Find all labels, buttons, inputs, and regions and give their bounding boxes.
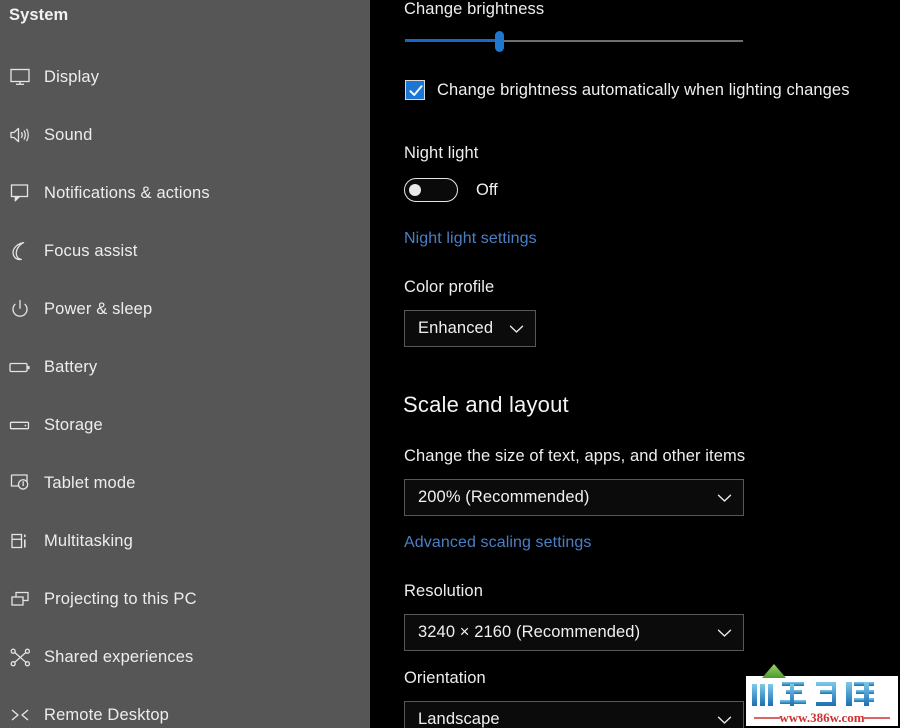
resolution-value: 3240 × 2160 (Recommended) xyxy=(418,623,641,641)
shared-nodes-icon xyxy=(5,648,35,667)
sidebar-item-sound[interactable]: Sound xyxy=(0,106,370,164)
chevron-down-icon xyxy=(717,493,732,503)
sidebar-item-remote-desktop[interactable]: Remote Desktop xyxy=(0,686,370,728)
sidebar-item-tablet-mode[interactable]: Tablet mode xyxy=(0,454,370,512)
sidebar-item-label: Storage xyxy=(44,415,103,434)
projecting-icon xyxy=(5,590,35,609)
battery-icon xyxy=(5,360,35,374)
sidebar-item-multitasking[interactable]: Multitasking xyxy=(0,512,370,570)
sidebar-item-label: Remote Desktop xyxy=(44,705,169,724)
sidebar-item-label: Shared experiences xyxy=(44,647,194,666)
sidebar-item-label: Sound xyxy=(44,125,93,144)
slider-fill xyxy=(405,39,500,42)
night-light-settings-link[interactable]: Night light settings xyxy=(404,230,537,248)
sidebar-item-label: Display xyxy=(44,67,100,86)
chevron-down-icon xyxy=(717,715,732,725)
brightness-slider[interactable] xyxy=(405,30,743,52)
sidebar-item-shared-experiences[interactable]: Shared experiences xyxy=(0,628,370,686)
scale-value: 200% (Recommended) xyxy=(418,488,590,506)
chevron-down-icon xyxy=(509,324,524,334)
chevron-down-icon xyxy=(717,628,732,638)
scale-and-layout-heading: Scale and layout xyxy=(403,392,569,417)
speaker-icon xyxy=(5,126,35,144)
night-light-label: Night light xyxy=(404,144,479,162)
sidebar-item-projecting[interactable]: Projecting to this PC xyxy=(0,570,370,628)
power-icon xyxy=(5,299,35,319)
monitor-icon xyxy=(5,68,35,86)
moon-icon xyxy=(5,241,35,261)
auto-brightness-label: Change brightness automatically when lig… xyxy=(437,80,850,99)
resolution-dropdown[interactable]: 3240 × 2160 (Recommended) xyxy=(404,614,744,651)
sidebar-item-label: Notifications & actions xyxy=(44,183,210,202)
orientation-value: Landscape xyxy=(418,710,500,728)
toggle-knob xyxy=(409,184,421,196)
sidebar-item-label: Tablet mode xyxy=(44,473,136,492)
night-light-toggle-row: Off xyxy=(404,178,498,202)
tablet-hand-icon xyxy=(5,473,35,493)
scale-dropdown[interactable]: 200% (Recommended) xyxy=(404,479,744,516)
sidebar-item-focus-assist[interactable]: Focus assist xyxy=(0,222,370,280)
resolution-label: Resolution xyxy=(404,582,483,600)
color-profile-label: Color profile xyxy=(404,278,495,296)
slider-thumb[interactable] xyxy=(495,31,505,52)
sidebar-item-label: Battery xyxy=(44,357,98,376)
night-light-toggle[interactable] xyxy=(404,178,458,202)
sidebar-item-label: Multitasking xyxy=(44,531,133,550)
auto-brightness-checkbox[interactable] xyxy=(405,80,425,100)
sidebar-item-label: Power & sleep xyxy=(44,299,153,318)
auto-brightness-checkbox-row[interactable]: Change brightness automatically when lig… xyxy=(405,80,850,100)
sidebar-item-storage[interactable]: Storage xyxy=(0,396,370,454)
orientation-dropdown[interactable]: Landscape xyxy=(404,701,744,728)
brightness-label: Change brightness xyxy=(404,0,545,18)
orientation-label: Orientation xyxy=(404,669,486,687)
sidebar-item-label: Projecting to this PC xyxy=(44,589,197,608)
sidebar-item-battery[interactable]: Battery xyxy=(0,338,370,396)
sidebar-item-power-sleep[interactable]: Power & sleep xyxy=(0,280,370,338)
speech-bubble-icon xyxy=(5,183,35,203)
sidebar: System Display Sound Notifications & act… xyxy=(0,0,370,728)
storage-icon xyxy=(5,418,35,432)
page-title: System xyxy=(9,6,69,24)
advanced-scaling-settings-link[interactable]: Advanced scaling settings xyxy=(404,534,592,552)
settings-window: System Display Sound Notifications & act… xyxy=(0,0,900,728)
color-profile-value: Enhanced xyxy=(418,319,494,337)
sidebar-item-notifications[interactable]: Notifications & actions xyxy=(0,164,370,222)
sidebar-item-display[interactable]: Display xyxy=(0,48,370,106)
sidebar-item-label: Focus assist xyxy=(44,241,138,260)
remote-desktop-icon xyxy=(5,706,35,724)
scale-size-label: Change the size of text, apps, and other… xyxy=(404,447,746,465)
color-profile-dropdown[interactable]: Enhanced xyxy=(404,310,536,347)
content-pane: Change brightness Change brightness auto… xyxy=(370,0,900,728)
night-light-state: Off xyxy=(476,180,498,199)
multitasking-icon xyxy=(5,532,35,551)
